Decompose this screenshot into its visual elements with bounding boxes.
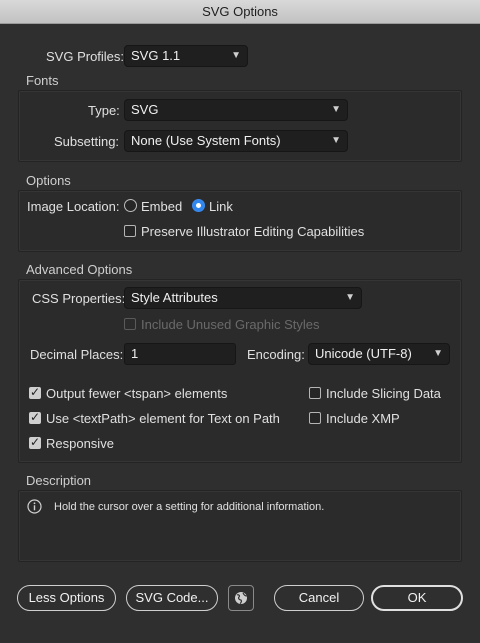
slicing-data-label[interactable]: Include Slicing Data [326, 386, 441, 401]
embed-radio[interactable] [124, 199, 137, 212]
responsive-label[interactable]: Responsive [46, 436, 114, 451]
responsive-checkbox[interactable] [29, 435, 41, 449]
font-type-label: Type: [88, 103, 120, 118]
font-type-value: SVG [131, 102, 159, 117]
info-icon [27, 499, 42, 514]
svg-code-button[interactable]: SVG Code... [126, 585, 218, 611]
chevron-down-icon: ▼ [331, 104, 341, 115]
decimal-places-field[interactable]: 1 [124, 343, 236, 365]
advanced-section-title: Advanced Options [26, 262, 133, 277]
svg-profiles-select[interactable]: SVG 1.1 ▼ [124, 45, 248, 67]
unused-styles-checkbox[interactable] [124, 318, 136, 330]
subsetting-value: None (Use System Fonts) [131, 133, 281, 148]
fonts-section-title: Fonts [26, 73, 59, 88]
svg-profiles-label: SVG Profiles: [46, 49, 125, 64]
slicing-data-checkbox[interactable] [309, 387, 321, 399]
options-section-title: Options [26, 173, 71, 188]
chevron-down-icon: ▼ [345, 292, 355, 303]
fewer-tspan-label[interactable]: Output fewer <tspan> elements [46, 386, 227, 401]
globe-icon [234, 591, 248, 605]
embed-radio-label[interactable]: Embed [141, 199, 182, 214]
ok-button[interactable]: OK [371, 585, 463, 611]
encoding-label: Encoding: [247, 347, 305, 362]
cancel-button[interactable]: Cancel [274, 585, 364, 611]
window-title: SVG Options [0, 0, 480, 24]
subsetting-label: Subsetting: [54, 134, 120, 149]
description-section-title: Description [26, 473, 92, 488]
textpath-label[interactable]: Use <textPath> element for Text on Path [46, 411, 280, 426]
encoding-value: Unicode (UTF-8) [315, 346, 412, 361]
web-preview-button[interactable] [228, 585, 254, 611]
chevron-down-icon: ▼ [433, 348, 443, 359]
link-radio[interactable] [192, 199, 205, 212]
link-radio-label[interactable]: Link [209, 199, 233, 214]
textpath-checkbox[interactable] [29, 410, 41, 424]
encoding-select[interactable]: Unicode (UTF-8) ▼ [308, 343, 450, 365]
xmp-checkbox[interactable] [309, 412, 321, 424]
less-options-button[interactable]: Less Options [17, 585, 116, 611]
css-properties-label: CSS Properties: [32, 291, 126, 306]
chevron-down-icon: ▼ [231, 50, 241, 61]
description-text: Hold the cursor over a setting for addit… [54, 501, 325, 513]
xmp-label[interactable]: Include XMP [326, 411, 400, 426]
css-properties-select[interactable]: Style Attributes ▼ [124, 287, 362, 309]
preserve-editing-label[interactable]: Preserve Illustrator Editing Capabilitie… [141, 224, 364, 239]
unused-styles-label: Include Unused Graphic Styles [141, 317, 320, 332]
subsetting-select[interactable]: None (Use System Fonts) ▼ [124, 130, 348, 152]
image-location-label: Image Location: [27, 199, 120, 214]
svg-profiles-value: SVG 1.1 [131, 48, 181, 63]
font-type-select[interactable]: SVG ▼ [124, 99, 348, 121]
chevron-down-icon: ▼ [331, 135, 341, 146]
decimal-places-label: Decimal Places: [30, 347, 124, 362]
css-properties-value: Style Attributes [131, 290, 218, 305]
preserve-editing-checkbox[interactable] [124, 225, 136, 237]
svg-options-dialog: SVG Options SVG Profiles: SVG 1.1 ▼ Font… [0, 0, 480, 643]
fewer-tspan-checkbox[interactable] [29, 385, 41, 399]
